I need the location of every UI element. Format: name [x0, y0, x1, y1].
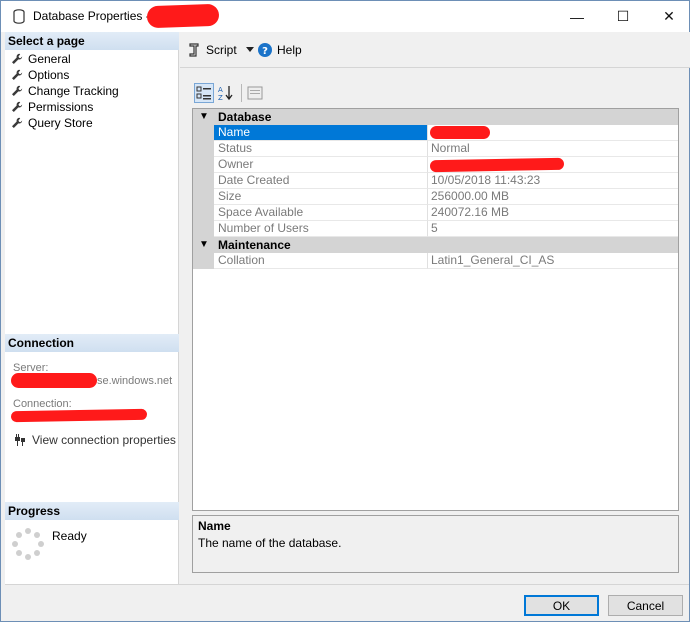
property-pages-button[interactable]: [245, 83, 265, 103]
footer-divider: [5, 584, 689, 585]
toolbar: Script ? Help: [180, 32, 690, 68]
page-item-options[interactable]: Options: [11, 67, 69, 83]
ok-button[interactable]: OK: [524, 595, 599, 616]
description-text: The name of the database.: [198, 536, 342, 550]
dropdown-arrow-icon[interactable]: [245, 47, 254, 53]
chevron-down-icon[interactable]: ▼: [199, 239, 209, 250]
property-grid-toolbar: A Z: [194, 83, 267, 103]
minimize-button[interactable]: —: [554, 1, 600, 32]
category-label: Database: [218, 110, 272, 124]
redacted-name-value: [430, 126, 490, 139]
plug-icon: [15, 434, 25, 446]
server-value: se.windows.net: [97, 375, 173, 387]
maximize-button[interactable]: ☐: [600, 1, 646, 32]
property-row-number-of-users[interactable]: Number of Users 5: [193, 221, 678, 237]
property-name: Owner: [214, 157, 428, 173]
chevron-down-icon[interactable]: ▼: [199, 111, 209, 122]
page-item-general[interactable]: General: [11, 51, 71, 67]
property-pages-icon: [247, 86, 263, 100]
redacted-connection: [10, 408, 148, 423]
progress-status: Ready: [52, 529, 87, 543]
page-item-query-store[interactable]: Query Store: [11, 115, 93, 131]
property-grid[interactable]: ▼ Database Name Status Normal Owner Date…: [192, 108, 679, 511]
page-item-label: Change Tracking: [28, 84, 119, 98]
category-maintenance[interactable]: ▼ Maintenance: [193, 237, 678, 253]
help-button[interactable]: ? Help: [258, 42, 302, 58]
script-icon: [189, 43, 199, 57]
database-properties-window: Database Properties - — ☐ ✕ Select a pag…: [0, 0, 690, 622]
help-icon: ?: [258, 43, 272, 57]
property-value: 5: [428, 221, 678, 237]
connection-header: Connection: [5, 334, 179, 352]
description-title: Name: [198, 519, 231, 533]
property-row-date-created[interactable]: Date Created 10/05/2018 11:43:23: [193, 173, 678, 189]
property-value: 256000.00 MB: [428, 189, 678, 205]
wrench-icon: [12, 69, 23, 80]
property-name: Collation: [214, 253, 428, 269]
svg-text:?: ?: [262, 46, 268, 57]
property-name: Size: [214, 189, 428, 205]
title-bar[interactable]: Database Properties - — ☐ ✕: [1, 1, 689, 32]
connection-label: Connection:: [13, 398, 72, 410]
close-button[interactable]: ✕: [646, 1, 690, 32]
svg-text:Z: Z: [218, 94, 223, 101]
redacted-database-name: [146, 3, 220, 29]
wrench-icon: [12, 53, 23, 64]
script-button[interactable]: Script: [187, 42, 254, 58]
property-name: Date Created: [214, 173, 428, 189]
wrench-icon: [12, 117, 23, 128]
page-item-label: General: [28, 52, 71, 66]
property-row-owner[interactable]: Owner: [193, 157, 678, 173]
property-row-size[interactable]: Size 256000.00 MB: [193, 189, 678, 205]
property-row-space-available[interactable]: Space Available 240072.16 MB: [193, 205, 678, 221]
category-label: Maintenance: [218, 238, 291, 252]
property-value: Normal: [428, 141, 678, 157]
redacted-server: [11, 373, 97, 388]
page-item-permissions[interactable]: Permissions: [11, 99, 93, 115]
categorized-view-button[interactable]: [194, 83, 214, 103]
script-label: Script: [206, 43, 237, 57]
property-value: Latin1_General_CI_AS: [428, 253, 678, 269]
window-title: Database Properties -: [33, 9, 150, 23]
database-icon: [13, 9, 25, 24]
categorized-icon: [196, 86, 211, 100]
svg-text:A: A: [218, 86, 223, 94]
help-label: Help: [277, 43, 302, 57]
toolbar-separator: [241, 84, 242, 102]
page-item-label: Options: [28, 68, 70, 82]
view-connection-properties-label: View connection properties: [32, 433, 176, 447]
wrench-icon: [12, 101, 23, 112]
property-name: Space Available: [214, 205, 428, 221]
redacted-owner-value: [429, 157, 565, 173]
page-item-label: Query Store: [28, 116, 93, 130]
property-value: 10/05/2018 11:43:23: [428, 173, 678, 189]
property-name: Number of Users: [214, 221, 428, 237]
sort-alphabetical-icon: A Z: [218, 86, 233, 101]
wrench-icon: [12, 85, 23, 96]
progress-header: Progress: [5, 502, 179, 520]
page-item-label: Permissions: [28, 100, 94, 114]
cancel-button[interactable]: Cancel: [608, 595, 683, 616]
view-connection-properties-link[interactable]: View connection properties: [13, 432, 176, 448]
property-name: Status: [214, 141, 428, 157]
progress-spinner-icon: [12, 528, 44, 560]
property-row-status[interactable]: Status Normal: [193, 141, 678, 157]
property-value: 240072.16 MB: [428, 205, 678, 221]
page-item-change-tracking[interactable]: Change Tracking: [11, 83, 119, 99]
property-row-name[interactable]: Name: [193, 125, 678, 141]
property-row-collation[interactable]: Collation Latin1_General_CI_AS: [193, 253, 678, 269]
property-name: Name: [214, 125, 428, 141]
select-page-header: Select a page: [5, 32, 179, 50]
category-database[interactable]: ▼ Database: [193, 109, 678, 125]
alphabetical-view-button[interactable]: A Z: [216, 83, 236, 103]
left-pane: Select a page General Options Change Tra…: [5, 32, 179, 584]
description-panel: Name The name of the database.: [192, 515, 679, 573]
